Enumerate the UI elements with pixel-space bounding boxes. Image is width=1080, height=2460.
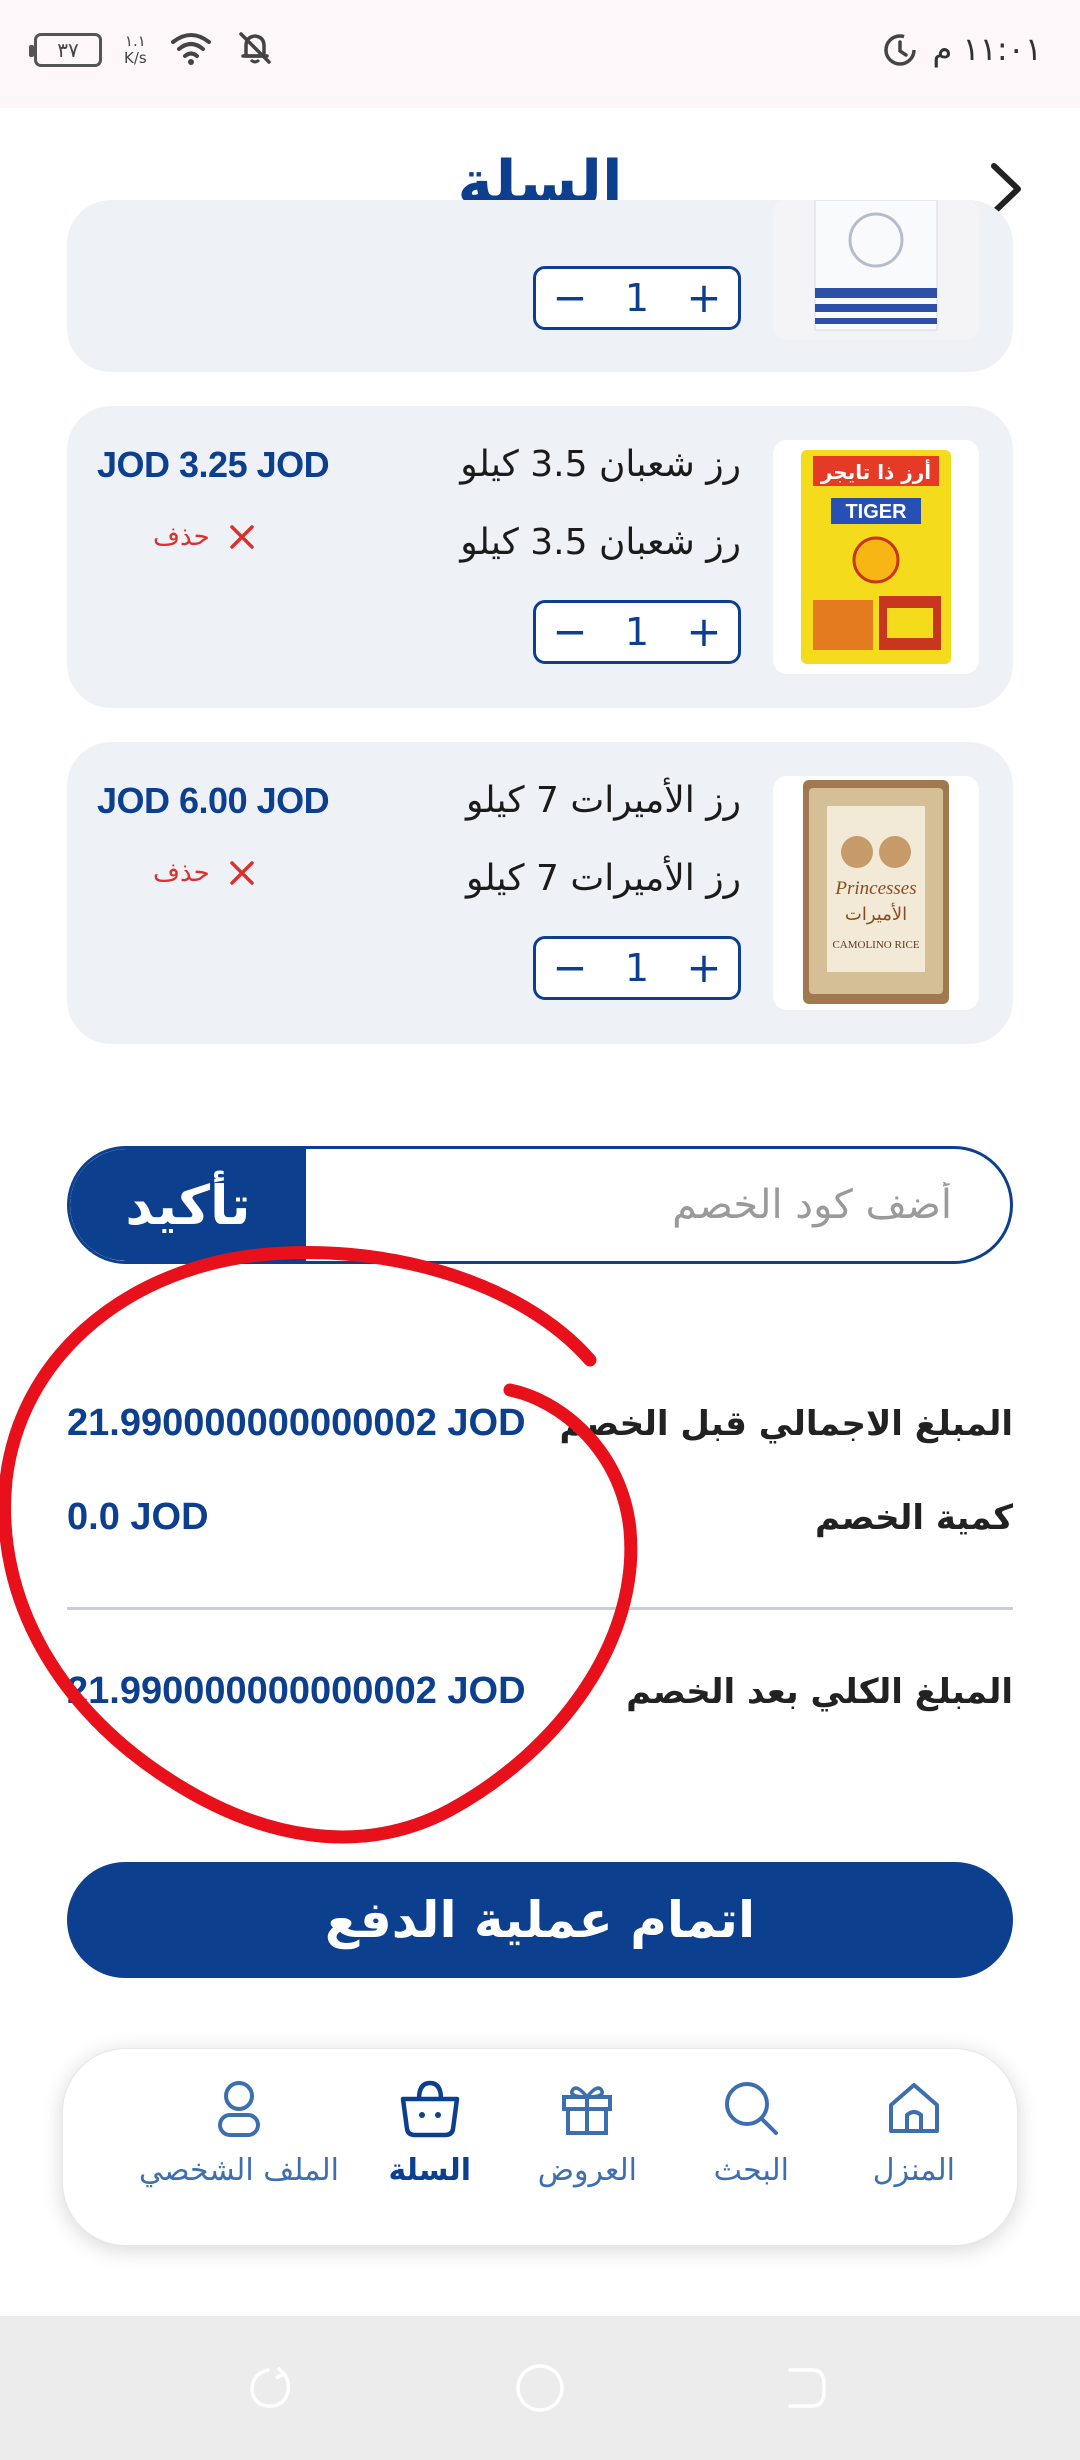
gift-icon xyxy=(562,2086,613,2135)
alarm-icon xyxy=(880,30,920,74)
product-image-caption-ar: الأميرات xyxy=(845,903,907,925)
close-icon xyxy=(229,525,254,549)
product-image-caption: TIGER xyxy=(845,501,907,523)
nav-label: البحث xyxy=(713,2153,789,2188)
product-price: JOD 3.25 JOD xyxy=(97,444,330,485)
nav-item-search[interactable]: البحث xyxy=(714,2077,789,2188)
status-indicators: ٣٧ ١.١ K/s xyxy=(29,28,275,72)
product-name: رز شعبان 3.5 كيلو xyxy=(460,444,741,485)
status-bar: ١١:٠١ م ٣٧ ١.١ K/s xyxy=(0,0,1080,108)
network-speed: ١.١ K/s xyxy=(124,33,147,67)
discount-amount-label: كمية الخصم xyxy=(815,1498,1013,1538)
product-image-caption-ar: أرز ذا تايجر xyxy=(820,458,931,484)
product-description: رز شعبان 3.5 كيلو xyxy=(460,522,741,563)
product-description: رز الأميرات 7 كيلو xyxy=(466,858,741,899)
delete-label: حذف xyxy=(153,858,210,888)
quantity-stepper: − 1 + xyxy=(533,936,741,1000)
nav-label: السلة xyxy=(388,2153,471,2188)
nav-item-profile[interactable]: الملف الشخصي xyxy=(139,2077,339,2188)
cart-item: أرز ذا تايجر TIGER رز شعبان 3.5 كيلو رز … xyxy=(67,406,1013,708)
summary-divider xyxy=(67,1607,1013,1610)
subtotal-value: 21.990000000000002 JOD xyxy=(67,1402,526,1444)
discount-code-input[interactable] xyxy=(310,1149,1010,1261)
delete-item-button[interactable]: حذف xyxy=(153,522,256,552)
decrease-quantity-button[interactable]: − xyxy=(544,940,596,996)
decrease-quantity-button[interactable]: − xyxy=(544,604,596,660)
nav-item-cart[interactable]: السلة xyxy=(388,2077,471,2188)
product-image: أرز ذا تايجر TIGER xyxy=(773,440,979,674)
delete-label: حذف xyxy=(153,522,210,552)
product-price: JOD 6.00 JOD xyxy=(97,780,330,821)
product-name: رز الأميرات 7 كيلو xyxy=(466,780,741,821)
notifications-off-icon xyxy=(235,28,275,72)
quantity-stepper: − 1 + xyxy=(533,600,741,664)
quantity-value: 1 xyxy=(624,610,650,654)
bottom-navigation: المنزل البحث العروض السلة الملف الشخصي xyxy=(62,2048,1018,2246)
battery-icon: ٣٧ xyxy=(29,33,102,67)
nav-label: المنزل xyxy=(872,2153,955,2188)
network-speed-value: ١.١ xyxy=(124,32,146,50)
network-speed-unit: K/s xyxy=(124,49,147,67)
user-icon xyxy=(218,2081,261,2137)
total-value: 21.990000000000002 JOD xyxy=(67,1670,526,1712)
nav-item-home[interactable]: المنزل xyxy=(873,2077,955,2188)
delete-item-button[interactable]: حذف xyxy=(153,858,256,888)
search-icon xyxy=(725,2082,779,2135)
home-button-icon[interactable] xyxy=(514,2362,566,2414)
product-image-subcaption: CAMOLINO RICE xyxy=(832,939,919,951)
product-image-caption: Princesses xyxy=(834,878,916,899)
quantity-value: 1 xyxy=(624,276,650,320)
back-nav-icon[interactable] xyxy=(780,2362,832,2414)
increase-quantity-button[interactable]: + xyxy=(678,604,730,660)
increase-quantity-button[interactable]: + xyxy=(678,940,730,996)
increase-quantity-button[interactable]: + xyxy=(678,270,730,326)
confirm-discount-button[interactable]: تأكيد xyxy=(70,1149,306,1261)
cart-item: Princesses الأميرات CAMOLINO RICE رز الأ… xyxy=(67,742,1013,1044)
product-image: Princesses الأميرات CAMOLINO RICE xyxy=(773,776,979,1010)
home-icon xyxy=(888,2083,939,2133)
quantity-stepper: − 1 + xyxy=(533,266,741,330)
system-navigation-bar xyxy=(0,2316,1080,2460)
cart-item: − 1 + xyxy=(67,200,1013,372)
nav-label: العروض xyxy=(537,2153,637,2188)
quantity-value: 1 xyxy=(624,946,650,990)
wifi-icon xyxy=(169,30,213,70)
subtotal-label: المبلغ الاجمالي قبل الخصم xyxy=(559,1404,1014,1444)
nav-label: الملف الشخصي xyxy=(139,2153,339,2188)
status-time: ١١:٠١ م xyxy=(932,30,1042,68)
basket-icon xyxy=(400,2080,459,2138)
discount-code-field: تأكيد xyxy=(67,1146,1013,1264)
discount-amount-value: 0.0 JOD xyxy=(67,1496,209,1538)
total-label: المبلغ الكلي بعد الخصم xyxy=(626,1672,1013,1712)
nav-item-offers[interactable]: العروض xyxy=(538,2077,637,2188)
product-image xyxy=(773,200,979,340)
red-circle-annotation xyxy=(0,1246,638,1844)
decrease-quantity-button[interactable]: − xyxy=(544,270,596,326)
checkout-button[interactable]: اتمام عملية الدفع xyxy=(67,1862,1013,1978)
close-icon xyxy=(229,861,254,885)
battery-level: ٣٧ xyxy=(57,38,79,62)
recents-icon[interactable] xyxy=(244,2362,296,2414)
